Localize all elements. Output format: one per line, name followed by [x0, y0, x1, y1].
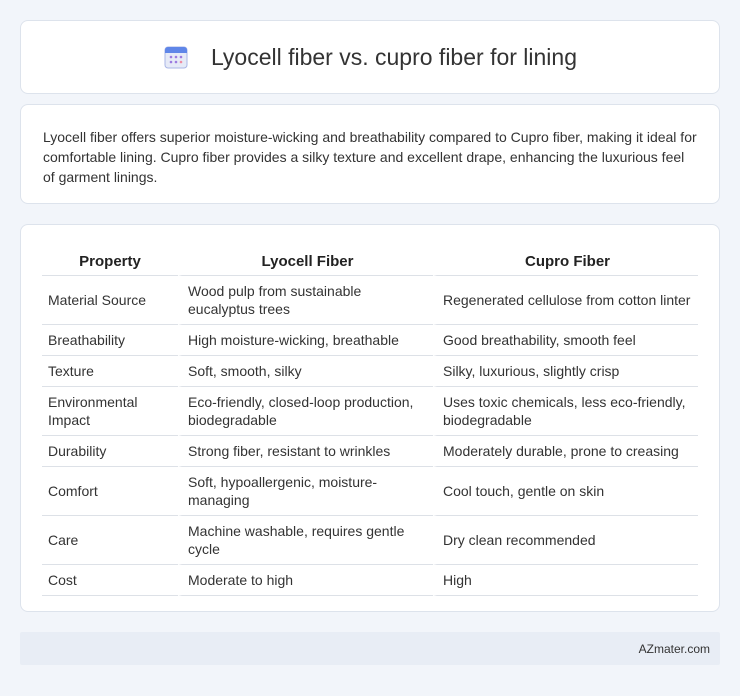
table-header-row: Property Lyocell Fiber Cupro Fiber [42, 245, 698, 276]
table-row: Care Machine washable, requires gentle c… [42, 516, 698, 565]
property-cell: Breathability [42, 325, 178, 356]
page-title: Lyocell fiber vs. cupro fiber for lining [210, 43, 578, 70]
table-row: Cost Moderate to high High [42, 565, 698, 596]
title-card: Lyocell fiber vs. cupro fiber for lining [20, 20, 720, 94]
table-row: Texture Soft, smooth, silky Silky, luxur… [42, 356, 698, 387]
property-cell: Texture [42, 356, 178, 387]
cupro-cell: Regenerated cellulose from cotton linter [433, 276, 698, 325]
property-cell: Environmental Impact [42, 387, 178, 436]
title-wrap: Lyocell fiber vs. cupro fiber for lining [163, 44, 577, 71]
lyocell-cell: Machine washable, requires gentle cycle [178, 516, 433, 565]
table-row: Material Source Wood pulp from sustainab… [42, 276, 698, 325]
cupro-cell: High [433, 565, 698, 596]
footer: AZmater.com [20, 632, 720, 665]
cupro-cell: Uses toxic chemicals, less eco-friendly,… [433, 387, 698, 436]
column-header-cupro: Cupro Fiber [433, 245, 698, 276]
property-cell: Care [42, 516, 178, 565]
lyocell-cell: High moisture-wicking, breathable [178, 325, 433, 356]
column-header-lyocell: Lyocell Fiber [178, 245, 433, 276]
lyocell-cell: Wood pulp from sustainable eucalyptus tr… [178, 276, 433, 325]
property-cell: Material Source [42, 276, 178, 325]
property-cell: Durability [42, 436, 178, 467]
lyocell-cell: Soft, smooth, silky [178, 356, 433, 387]
footer-site-name: AZmater.com [638, 641, 710, 656]
table-row: Durability Strong fiber, resistant to wr… [42, 436, 698, 467]
lyocell-cell: Soft, hypoallergenic, moisture-managing [178, 467, 433, 516]
comparison-table: Property Lyocell Fiber Cupro Fiber Mater… [42, 245, 698, 596]
comparison-card: Property Lyocell Fiber Cupro Fiber Mater… [20, 224, 720, 612]
table-row: Breathability High moisture-wicking, bre… [42, 325, 698, 356]
property-cell: Cost [42, 565, 178, 596]
calendar-icon [163, 44, 189, 70]
cupro-cell: Moderately durable, prone to creasing [433, 436, 698, 467]
summary-card: Lyocell fiber offers superior moisture-w… [20, 104, 720, 204]
lyocell-cell: Strong fiber, resistant to wrinkles [178, 436, 433, 467]
cupro-cell: Silky, luxurious, slightly crisp [433, 356, 698, 387]
summary-text: Lyocell fiber offers superior moisture-w… [43, 129, 697, 185]
lyocell-cell: Moderate to high [178, 565, 433, 596]
cupro-cell: Cool touch, gentle on skin [433, 467, 698, 516]
table-row: Comfort Soft, hypoallergenic, moisture-m… [42, 467, 698, 516]
cupro-cell: Good breathability, smooth feel [433, 325, 698, 356]
property-cell: Comfort [42, 467, 178, 516]
cupro-cell: Dry clean recommended [433, 516, 698, 565]
table-row: Environmental Impact Eco-friendly, close… [42, 387, 698, 436]
column-header-property: Property [42, 245, 178, 276]
lyocell-cell: Eco-friendly, closed-loop production, bi… [178, 387, 433, 436]
